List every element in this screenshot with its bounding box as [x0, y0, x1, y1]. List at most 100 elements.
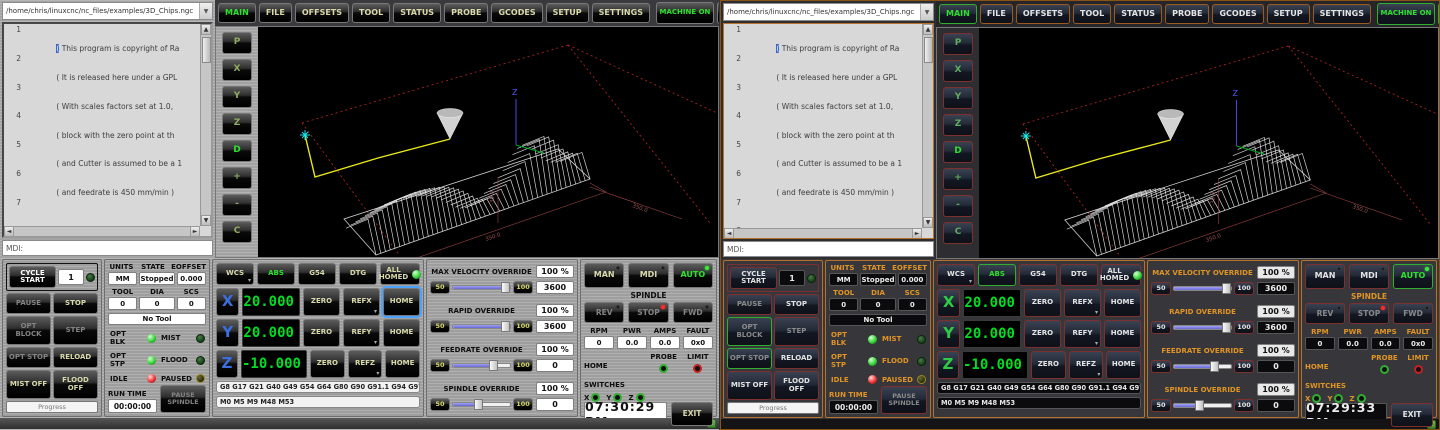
gcode-line[interactable]: 2 ( It is released here under a GPL	[4, 54, 200, 83]
view-button[interactable]: X	[222, 59, 252, 81]
slider-thumb[interactable]	[489, 360, 498, 371]
cycle-counter[interactable]: 1	[779, 270, 805, 286]
home-axis-button[interactable]: HOME	[383, 288, 420, 316]
scroll-right-icon[interactable]: ►	[190, 226, 200, 237]
ref-axis-button[interactable]: REFZ ▾	[1069, 351, 1104, 379]
menu-button[interactable]: GCODES	[491, 3, 542, 23]
file-path-combobox[interactable]: /home/chris/linuxcnc/nc_files/examples/3…	[2, 2, 213, 20]
view-button[interactable]: P	[943, 33, 973, 55]
override-slider[interactable]	[452, 282, 511, 293]
override-max-button[interactable]: 100	[513, 398, 533, 411]
override-max-button[interactable]: 100	[1234, 399, 1254, 412]
axis-letter-button[interactable]: X	[937, 289, 960, 317]
override-min-button[interactable]: 50	[430, 320, 450, 333]
view-button[interactable]: Z	[222, 113, 252, 135]
scroll-right-icon[interactable]: ►	[912, 228, 922, 239]
slider-thumb[interactable]	[1195, 400, 1204, 411]
menu-button[interactable]: SETTINGS	[592, 3, 650, 23]
scrollbar-thumb[interactable]	[924, 37, 933, 63]
horizontal-scrollbar[interactable]: ◄ ►	[724, 228, 922, 238]
spindle-button[interactable]: STOP	[1349, 303, 1389, 324]
gcode-listing[interactable]: 1 ( This program is copyright of Ra 2 ( …	[723, 23, 934, 239]
gcode-listing[interactable]: 1 ( This program is copyright of Ra 2 ( …	[2, 22, 213, 238]
override-slider[interactable]	[452, 321, 511, 332]
spindle-button[interactable]: REV	[584, 302, 624, 323]
view-button[interactable]: Y	[222, 86, 252, 108]
axis-letter-button[interactable]: Z	[216, 350, 238, 378]
spindle-button[interactable]: FWD	[673, 302, 713, 323]
view-button[interactable]: D	[943, 141, 973, 163]
view-button[interactable]: Z	[943, 114, 973, 136]
job-button[interactable]: OPT BLOCK	[727, 317, 772, 346]
axis-letter-button[interactable]: Y	[216, 319, 239, 347]
spindle-button[interactable]: REV	[1305, 303, 1345, 324]
home-axis-button[interactable]: HOME	[1104, 289, 1141, 317]
dro-mode-button[interactable]: G54	[298, 263, 336, 285]
gcode-line[interactable]: 4 ( block with the zero point at th	[4, 111, 200, 140]
spindle-button[interactable]: FWD	[1393, 303, 1433, 324]
cycle-start-button[interactable]: CYCLE START	[9, 266, 56, 288]
menu-button[interactable]: SETUP	[1267, 4, 1310, 24]
view-button[interactable]: C	[943, 222, 973, 244]
gremlin-3d-preview[interactable]: 350.0 -35.0 350.0 Z	[979, 28, 1438, 258]
dro-mode-button[interactable]: DTG	[339, 263, 377, 285]
override-min-button[interactable]: 50	[430, 281, 450, 294]
home-axis-button[interactable]: HOME	[1106, 351, 1141, 379]
job-button[interactable]: STEP	[774, 317, 819, 346]
menu-button[interactable]: MAIN	[939, 4, 977, 24]
job-button[interactable]: STOP	[53, 293, 98, 314]
gcode-line[interactable]: 5 ( and Cutter is assumed to be a 1	[4, 140, 200, 169]
override-max-button[interactable]: 100	[1234, 282, 1254, 295]
menu-button[interactable]: TOOL	[1073, 4, 1111, 24]
ref-axis-button[interactable]: REFY ▾	[343, 319, 380, 347]
override-max-button[interactable]: 100	[513, 320, 533, 333]
menu-button[interactable]: OFFSETS	[295, 3, 349, 23]
vertical-scrollbar[interactable]: ▲ ▼	[922, 24, 933, 228]
job-button[interactable]: OPT STOP	[727, 348, 772, 369]
gcode-line[interactable]: 7	[724, 198, 922, 227]
horizontal-scrollbar[interactable]: ◄ ►	[4, 226, 200, 236]
menu-button[interactable]: SETTINGS	[1313, 4, 1371, 24]
override-slider[interactable]	[1173, 400, 1232, 411]
job-button[interactable]: RELOAD	[774, 348, 819, 369]
gcode-line[interactable]: 3 ( With scales factors set at 1.0,	[4, 83, 200, 112]
spindle-button[interactable]: STOP	[628, 302, 668, 323]
override-min-button[interactable]: 50	[1151, 360, 1171, 373]
zero-axis-button[interactable]: ZERO	[1024, 320, 1061, 348]
machine-on-button[interactable]: MACHINE ON	[1377, 3, 1435, 25]
job-button[interactable]: MIST OFF	[6, 370, 51, 399]
job-button[interactable]: STEP	[53, 316, 98, 345]
slider-thumb[interactable]	[474, 399, 483, 410]
override-min-button[interactable]: 50	[430, 398, 450, 411]
dro-mode-button[interactable]: ABS	[257, 263, 295, 285]
view-button[interactable]: C	[222, 221, 252, 243]
view-button[interactable]: P	[222, 32, 252, 54]
gcode-line[interactable]: 5 ( and Cutter is assumed to be a 1	[724, 140, 922, 169]
override-max-button[interactable]: 100	[513, 281, 533, 294]
override-min-button[interactable]: 50	[1151, 399, 1171, 412]
dro-mode-button[interactable]: DTG	[1060, 264, 1098, 286]
view-button[interactable]: Y	[943, 87, 973, 109]
scroll-up-icon[interactable]: ▲	[923, 24, 933, 35]
zero-axis-button[interactable]: ZERO	[310, 350, 345, 378]
gcode-line[interactable]: 7	[4, 198, 200, 226]
mode-button[interactable]: MDI	[1349, 264, 1389, 289]
home-axis-button[interactable]: HOME	[385, 350, 420, 378]
job-button[interactable]: OPT BLOCK	[6, 316, 51, 345]
menu-button[interactable]: GCODES	[1212, 4, 1263, 24]
zero-axis-button[interactable]: ZERO	[1031, 351, 1066, 379]
menu-button[interactable]: SETUP	[546, 3, 589, 23]
override-slider[interactable]	[1173, 361, 1232, 372]
gcode-line[interactable]: 6 ( and feedrate is 450 mm/min )	[4, 169, 200, 198]
job-button[interactable]: STOP	[774, 294, 819, 315]
mode-button[interactable]: MDI	[628, 263, 668, 288]
dro-mode-button[interactable]: ABS	[978, 264, 1016, 286]
gcode-line[interactable]: 2 ( It is released here under a GPL	[724, 54, 922, 83]
gcode-line[interactable]: 6 ( and feedrate is 450 mm/min )	[724, 169, 922, 198]
axis-letter-button[interactable]: Z	[937, 351, 959, 379]
gcode-line[interactable]: 1 ( This program is copyright of Ra	[4, 25, 200, 54]
slider-thumb[interactable]	[1222, 322, 1231, 333]
menu-button[interactable]: FILE	[980, 4, 1013, 24]
job-button[interactable]: PAUSE	[6, 293, 51, 314]
scroll-left-icon[interactable]: ◄	[724, 228, 734, 239]
